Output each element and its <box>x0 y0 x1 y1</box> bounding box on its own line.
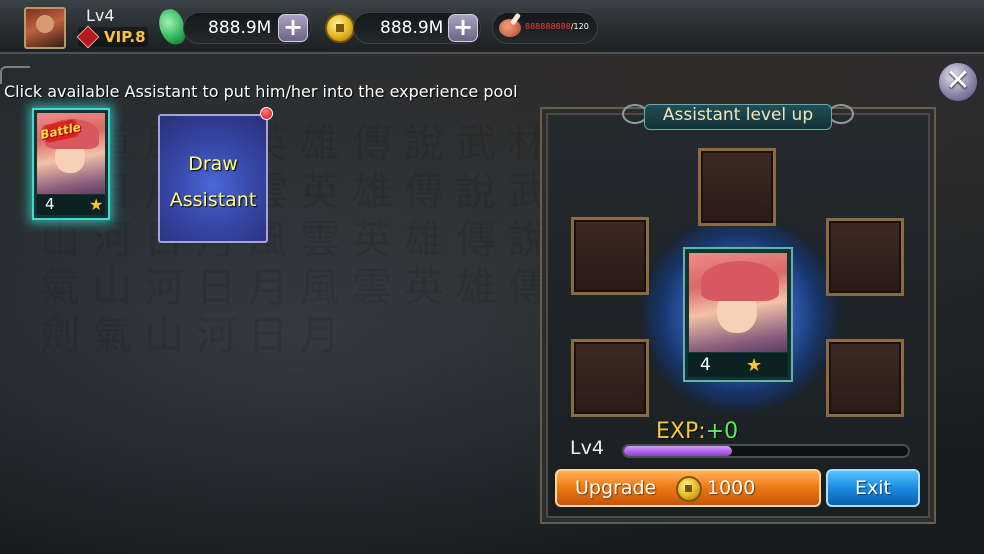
draw-label-line2: Assistant <box>169 189 257 211</box>
card-footer: 4 ★ <box>37 195 105 215</box>
assistant-level: 4 <box>45 195 55 213</box>
target-assistant-portrait <box>689 253 787 352</box>
material-slot-left-upper[interactable] <box>571 217 649 295</box>
upgrade-cost: 1000 <box>707 477 756 499</box>
exp-label-text: EXP: <box>656 419 706 444</box>
game-screen: 書道風雲英雄傳說武林天下江湖劍氣山河日月風雲英雄傳說武林天下江湖劍氣山河日月風雲… <box>0 0 984 554</box>
jade-counter: 888.9M + <box>183 12 311 44</box>
top-bar: Lv4 VIP.8 888.9M + 888.9M + 888888888/12… <box>0 0 984 54</box>
stamina-current: 888888888 <box>525 22 571 31</box>
add-jade-button[interactable]: + <box>278 14 308 42</box>
assistant-card[interactable]: Battle 4 ★ <box>32 108 110 220</box>
gold-coin-icon <box>676 476 702 502</box>
gold-value: 888.9M <box>380 18 444 38</box>
vip-level: VIP.8 <box>104 28 146 46</box>
draw-assistant-button[interactable]: Draw Assistant <box>158 114 268 243</box>
gold-coin-icon <box>325 13 355 43</box>
vip-badge[interactable]: VIP.8 <box>76 25 148 49</box>
star-icon: ★ <box>89 195 104 214</box>
target-assistant-card[interactable]: 4 ★ <box>683 247 793 382</box>
draw-assistant-label: Draw Assistant <box>160 146 266 218</box>
target-level-label: Lv4 <box>570 437 604 459</box>
upgrade-button[interactable]: Upgrade 1000 <box>555 469 821 507</box>
stamina-counter[interactable]: 888888888/120 <box>492 12 598 44</box>
material-slot-top[interactable] <box>698 148 776 226</box>
meat-icon <box>495 11 525 41</box>
panel-title: Assistant level up <box>662 105 814 125</box>
upgrade-label: Upgrade <box>575 477 657 499</box>
player-avatar[interactable] <box>24 7 66 49</box>
card-footer: 4 ★ <box>688 353 788 377</box>
notification-dot <box>260 107 273 120</box>
close-button[interactable]: ✕ <box>937 61 979 103</box>
stamina-value: 888888888/120 <box>525 22 589 31</box>
stamina-max: /120 <box>570 22 589 31</box>
exp-gain-label: EXP:+0 <box>656 419 738 444</box>
exit-button[interactable]: Exit <box>826 469 920 507</box>
gold-counter: 888.9M + <box>353 12 481 44</box>
vip-gem-icon <box>76 25 100 49</box>
jade-value: 888.9M <box>208 18 272 38</box>
exp-progress-fill <box>624 446 732 456</box>
star-icon: ★ <box>746 355 763 376</box>
target-assistant-level: 4 <box>700 355 711 375</box>
add-gold-button[interactable]: + <box>448 14 478 42</box>
material-slot-right-lower[interactable] <box>826 339 904 417</box>
exp-progress-bar <box>622 444 910 458</box>
material-slot-left-lower[interactable] <box>571 339 649 417</box>
material-slot-right-upper[interactable] <box>826 218 904 296</box>
player-level: Lv4 <box>86 6 115 25</box>
instruction-text: Click available Assistant to put him/her… <box>4 82 518 101</box>
draw-label-line1: Draw <box>188 153 238 175</box>
exp-gain-value: +0 <box>705 419 739 444</box>
